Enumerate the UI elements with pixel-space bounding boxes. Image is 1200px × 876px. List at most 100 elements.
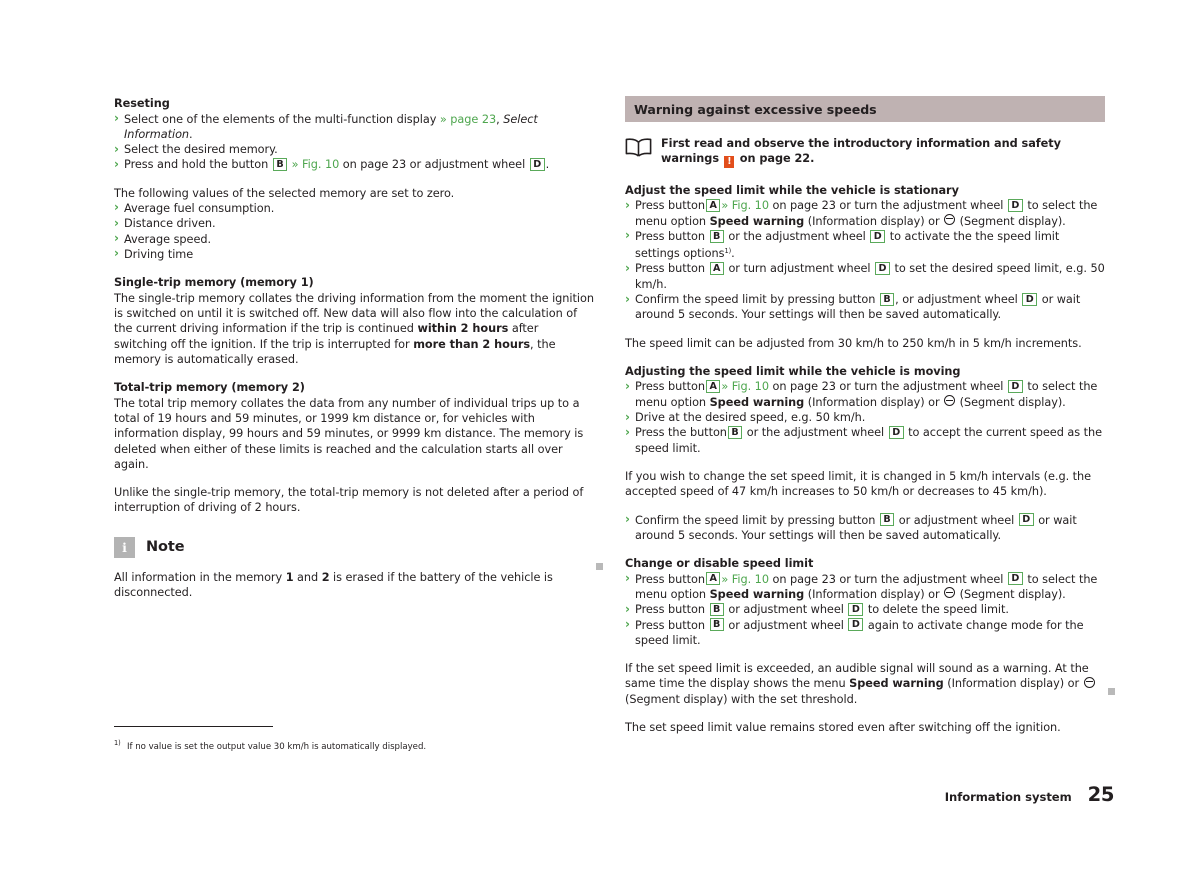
step-text: Press button: [635, 380, 705, 394]
emphasis-more-than-2-hours: more than 2 hours: [413, 337, 531, 351]
key-label-b: B: [709, 603, 724, 617]
step-text: Confirm the speed limit by pressing butt…: [635, 293, 879, 307]
list-item: Press buttonA» Fig. 10 on page 23 or tur…: [625, 379, 1105, 410]
introductory-note-text: First read and observe the introductory …: [661, 136, 1105, 168]
list-item: Press button A or turn adjustment wheel …: [625, 261, 1105, 292]
section-end-marker: [596, 563, 603, 570]
speed-range-paragraph: The speed limit can be adjusted from 30 …: [625, 336, 1082, 350]
key-label-d: D: [888, 426, 904, 440]
step-text: (Segment display).: [956, 214, 1066, 228]
moving-interval-paragraph: If you wish to change the set speed limi…: [625, 469, 1092, 499]
list-item: Drive at the desired speed, e.g. 50 km/h…: [625, 410, 1105, 426]
key-label-d: D: [1007, 572, 1023, 586]
step-text: on page 23 or turn the adjustment wheel: [768, 199, 1007, 213]
step-text: or adjustment wheel: [724, 618, 848, 632]
stationary-steps-list: Press buttonA» Fig. 10 on page 23 or tur…: [625, 198, 1105, 322]
step-text: Drive at the desired speed, e.g. 50 km/h…: [635, 411, 866, 425]
footnote-marker: 1): [114, 739, 121, 747]
segment-display-icon: [944, 587, 956, 599]
note-text: All information in the memory 1 and 2 is…: [114, 570, 594, 601]
list-item: Press buttonA» Fig. 10 on page 23 or tur…: [625, 198, 1105, 229]
text-part: (Segment display) with the set threshold…: [625, 692, 858, 706]
step-text: on page 23 or turn the adjustment wheel: [768, 380, 1007, 394]
value-text: Average speed.: [124, 232, 211, 246]
step-text: or turn adjustment wheel: [724, 262, 875, 276]
step-text: Press button: [635, 572, 705, 586]
text-part: on page 22.: [735, 152, 815, 166]
warning-icon: !: [724, 155, 735, 168]
list-item: Confirm the speed limit by pressing butt…: [625, 512, 1105, 544]
moving-steps-list: Press buttonA» Fig. 10 on page 23 or tur…: [625, 379, 1105, 455]
list-item: Select the desired memory.: [114, 142, 594, 158]
key-label-d: D: [1018, 513, 1034, 527]
step-text: Press button: [635, 603, 709, 617]
key-label-a: A: [709, 262, 724, 276]
list-item: Confirm the speed limit by pressing butt…: [625, 292, 1105, 323]
introductory-note: First read and observe the introductory …: [625, 136, 1105, 168]
text-part: and: [293, 570, 322, 584]
key-label-b: B: [879, 513, 895, 527]
footnote-divider: [114, 726, 273, 727]
footnote-block: 1) If no value is set the output value 30…: [114, 726, 594, 753]
section-header-bar: Warning against excessive speeds: [625, 96, 1105, 122]
chapter-title: Information system: [944, 790, 1072, 804]
key-label-a: A: [705, 199, 721, 213]
audible-signal-paragraph: If the set speed limit is exceeded, an a…: [625, 661, 1105, 707]
value-text: Distance driven.: [124, 217, 216, 231]
step-text: Press button: [635, 229, 709, 243]
note-title: Note: [146, 539, 185, 556]
step-text: Press button: [635, 618, 709, 632]
segment-display-icon: [944, 395, 956, 407]
figure-link[interactable]: » Fig. 10: [292, 158, 340, 171]
heading-adjust-stationary: Adjust the speed limit while the vehicle…: [625, 183, 959, 197]
step-text: .: [545, 158, 550, 172]
key-label-b: B: [709, 618, 724, 632]
page-number: 25: [1087, 783, 1115, 806]
memory-1-ref: 1: [285, 570, 294, 584]
key-label-d: D: [848, 618, 864, 632]
step-text: to delete the speed limit.: [864, 603, 1009, 617]
list-item: Average speed.: [114, 231, 594, 247]
step-text: on page 23 or adjustment wheel: [339, 158, 529, 172]
reset-values-list: Average fuel consumption. Distance drive…: [114, 200, 594, 262]
key-label-b: B: [709, 229, 724, 243]
list-item: Press button B or adjustment wheel D aga…: [625, 617, 1105, 649]
figure-link[interactable]: » Fig. 10: [721, 199, 769, 212]
step-text: , or adjustment wheel: [895, 293, 1022, 307]
list-item: Average fuel consumption.: [114, 200, 594, 216]
list-item: Press and hold the button B » Fig. 10 on…: [114, 157, 594, 173]
list-item: Press the buttonB or the adjustment whee…: [625, 425, 1105, 456]
heading-total-trip-memory: Total-trip memory (memory 2): [114, 381, 305, 395]
step-text: Select one of the elements of the multi-…: [124, 112, 440, 126]
figure-link[interactable]: » Fig. 10: [721, 380, 769, 393]
step-text: on page 23 or turn the adjustment wheel: [768, 572, 1007, 586]
step-text: Press the button: [635, 426, 727, 440]
manual-page: Reseting Select one of the elements of t…: [0, 0, 1200, 876]
info-icon: i: [114, 536, 135, 558]
list-item: Press button B or the adjustment wheel D…: [625, 228, 1105, 262]
step-text: or the adjustment wheel: [743, 426, 888, 440]
note-header: i Note: [114, 536, 594, 558]
step-text: .: [731, 247, 735, 261]
value-text: Average fuel consumption.: [124, 201, 275, 215]
list-item: Driving time: [114, 246, 594, 262]
heading-adjust-moving: Adjusting the speed limit while the vehi…: [625, 364, 961, 378]
step-text: (Information display) or: [804, 214, 944, 228]
total-trip-paragraph-2: Unlike the single-trip memory, the total…: [114, 486, 584, 515]
key-label-d: D: [529, 158, 545, 172]
step-text: .: [189, 127, 193, 141]
key-label-a: A: [705, 380, 721, 394]
menu-option-speed-warning: Speed warning: [709, 395, 805, 409]
step-text: or adjustment wheel: [724, 603, 848, 617]
menu-option-speed-warning: Speed warning: [709, 214, 805, 228]
heading-reseting: Reseting: [114, 97, 170, 110]
step-text: (Segment display).: [956, 395, 1066, 409]
step-text: or adjustment wheel: [895, 513, 1018, 527]
menu-option-speed-warning: Speed warning: [709, 587, 805, 601]
page-link[interactable]: » page 23: [440, 113, 496, 126]
list-item: Press button B or adjustment wheel D to …: [625, 602, 1105, 618]
step-text: (Information display) or: [804, 395, 944, 409]
key-label-b: B: [272, 158, 288, 172]
figure-link[interactable]: » Fig. 10: [721, 573, 769, 586]
total-trip-paragraph-1: The total trip memory collates the data …: [114, 396, 584, 471]
